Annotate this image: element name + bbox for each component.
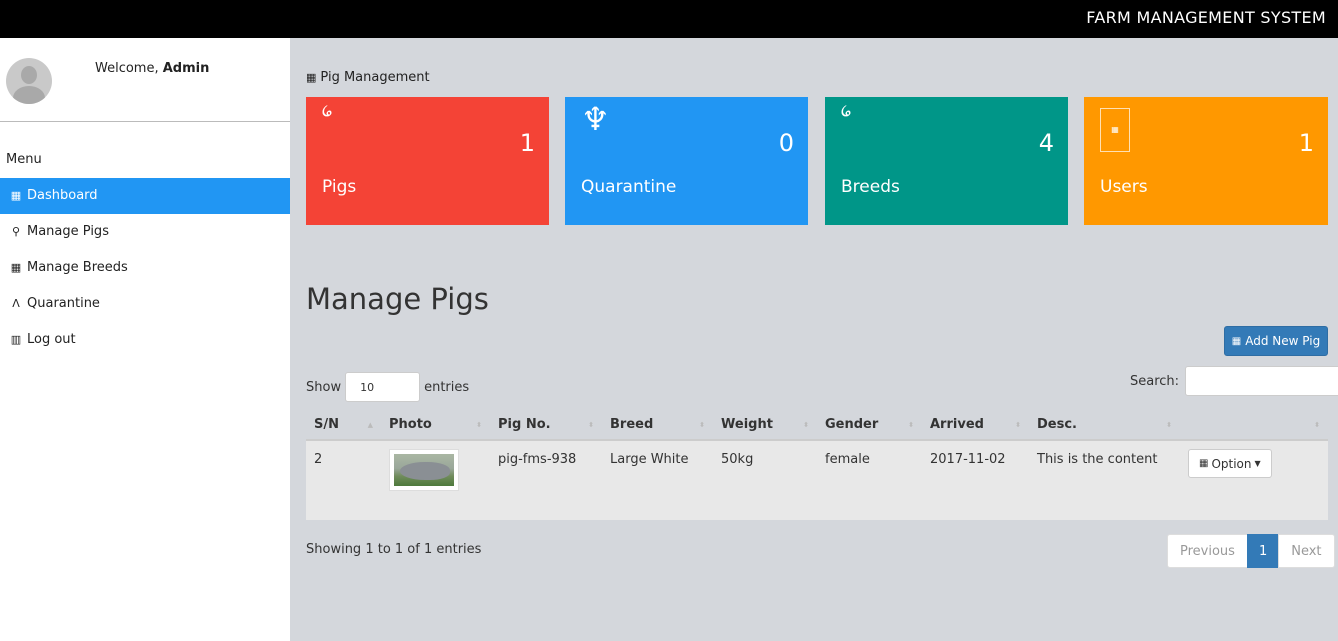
sort-icon: ⬍ bbox=[1015, 421, 1021, 429]
sort-icon: ▲ bbox=[367, 421, 373, 429]
entries-select[interactable]: 10 bbox=[345, 372, 421, 402]
logout-icon: ▥ bbox=[10, 333, 22, 346]
col-weight[interactable]: Weight ⬍ bbox=[713, 410, 817, 441]
cell-actions: ▦ Option ▼ bbox=[1180, 440, 1328, 520]
col-desc[interactable]: Desc. ⬍ bbox=[1029, 410, 1180, 441]
add-icon: ▦ bbox=[1231, 335, 1242, 347]
table-header-row: S/N ▲ Photo ⬍ Pig No. ⬍ Breed ⬍ Weight ⬍ Gend… bbox=[306, 410, 1328, 441]
stat-count: 4 bbox=[1038, 129, 1054, 157]
col-pig-no[interactable]: Pig No. ⬍ bbox=[490, 410, 602, 441]
col-sn[interactable]: S/N ▲ bbox=[306, 410, 381, 441]
stat-count: 1 bbox=[519, 129, 535, 157]
pagination-previous[interactable]: Previous bbox=[1167, 534, 1248, 568]
pigs-table: S/N ▲ Photo ⬍ Pig No. ⬍ Breed ⬍ Weight ⬍ Gend… bbox=[306, 410, 1328, 520]
option-dropdown-button[interactable]: ▦ Option ▼ bbox=[1188, 449, 1272, 478]
sidebar: Welcome, Admin Menu ▦ Dashboard ⚲ Manage P… bbox=[0, 38, 290, 641]
quarantine-icon: Λ bbox=[12, 297, 20, 310]
menu-title: Menu bbox=[6, 152, 42, 167]
sort-icon: ⬍ bbox=[588, 421, 594, 429]
cell-arrived: 2017-11-02 bbox=[922, 440, 1029, 520]
cell-breed: Large White bbox=[602, 440, 713, 520]
sort-icon: ⬍ bbox=[803, 421, 809, 429]
pagination: Previous 1 Next bbox=[1167, 534, 1335, 568]
sort-icon: ⬍ bbox=[1166, 421, 1172, 429]
cell-gender: female bbox=[817, 440, 922, 520]
option-icon: ▦ bbox=[1199, 458, 1209, 469]
stat-card-breeds[interactable]: ᥀ 4 Breeds bbox=[825, 97, 1068, 225]
app-title: FARM MANAGEMENT SYSTEM bbox=[1086, 8, 1326, 27]
main-content: ▦ Pig Management ᥀ 1 Pigs ♆ 0 Quarantine … bbox=[290, 38, 1338, 641]
pagination-next[interactable]: Next bbox=[1278, 534, 1335, 568]
stat-card-quarantine[interactable]: ♆ 0 Quarantine bbox=[565, 97, 808, 225]
sidebar-menu: ▦ Dashboard ⚲ Manage Pigs ▦ Manage Breeds Λ… bbox=[0, 178, 290, 358]
table-info: Showing 1 to 1 of 1 entries bbox=[306, 542, 482, 557]
pig-icon: ⚲ bbox=[11, 225, 21, 238]
col-gender[interactable]: Gender ⬍ bbox=[817, 410, 922, 441]
caret-down-icon: ▼ bbox=[1254, 459, 1261, 468]
col-breed[interactable]: Breed ⬍ bbox=[602, 410, 713, 441]
stat-card-users[interactable]: ▦ 1 Users bbox=[1084, 97, 1328, 225]
stat-label: Users bbox=[1100, 177, 1148, 197]
sidebar-item-quarantine[interactable]: Λ Quarantine bbox=[0, 286, 290, 322]
add-new-pig-button[interactable]: ▦ Add New Pig bbox=[1224, 326, 1328, 356]
cell-desc: This is the content bbox=[1029, 440, 1180, 520]
stat-label: Breeds bbox=[841, 177, 900, 197]
search-box: Search: bbox=[1130, 366, 1338, 396]
breadcrumb-icon: ▦ bbox=[306, 71, 317, 84]
sort-icon: ⬍ bbox=[1314, 421, 1320, 429]
col-photo[interactable]: Photo ⬍ bbox=[381, 410, 490, 441]
col-actions[interactable]: ⬍ bbox=[1180, 410, 1328, 441]
divider bbox=[0, 121, 290, 122]
sidebar-item-dashboard[interactable]: ▦ Dashboard bbox=[0, 178, 290, 214]
breadcrumb: ▦ Pig Management bbox=[306, 70, 430, 85]
cell-weight: 50kg bbox=[713, 440, 817, 520]
dashboard-icon: ▦ bbox=[10, 189, 22, 202]
quarantine-icon: ♆ bbox=[581, 100, 610, 138]
avatar bbox=[6, 58, 52, 104]
username: Admin bbox=[162, 61, 210, 76]
users-icon: ▦ bbox=[1100, 108, 1130, 152]
search-label: Search: bbox=[1130, 373, 1180, 389]
pig-icon: ᥀ bbox=[322, 97, 333, 122]
sidebar-item-manage-breeds[interactable]: ▦ Manage Breeds bbox=[0, 250, 290, 286]
page-title: Manage Pigs bbox=[306, 282, 489, 316]
sort-icon: ⬍ bbox=[908, 421, 914, 429]
top-bar: FARM MANAGEMENT SYSTEM bbox=[0, 0, 1338, 38]
sort-icon: ⬍ bbox=[699, 421, 705, 429]
breeds-icon: ᥀ bbox=[841, 97, 852, 122]
col-arrived[interactable]: Arrived ⬍ bbox=[922, 410, 1029, 441]
breeds-icon: ▦ bbox=[10, 261, 22, 274]
sidebar-item-log-out[interactable]: ▥ Log out bbox=[0, 322, 290, 358]
sort-icon: ⬍ bbox=[476, 421, 482, 429]
cell-photo bbox=[381, 440, 490, 520]
cell-pig-no: pig-fms-938 bbox=[490, 440, 602, 520]
entries-length: Show 10 entries bbox=[306, 372, 469, 402]
search-input[interactable] bbox=[1185, 366, 1338, 396]
sidebar-item-manage-pigs[interactable]: ⚲ Manage Pigs bbox=[0, 214, 290, 250]
stat-card-pigs[interactable]: ᥀ 1 Pigs bbox=[306, 97, 549, 225]
cell-sn: 2 bbox=[306, 440, 381, 520]
stat-count: 0 bbox=[778, 129, 794, 157]
welcome-text: Welcome, Admin bbox=[95, 61, 210, 76]
table-row: 2 pig-fms-938 Large White 50kg female 20… bbox=[306, 440, 1328, 520]
pagination-page-1[interactable]: 1 bbox=[1246, 534, 1280, 568]
stat-label: Pigs bbox=[322, 177, 357, 197]
stat-count: 1 bbox=[1298, 129, 1314, 157]
pig-photo[interactable] bbox=[389, 449, 459, 491]
stat-label: Quarantine bbox=[581, 177, 677, 197]
